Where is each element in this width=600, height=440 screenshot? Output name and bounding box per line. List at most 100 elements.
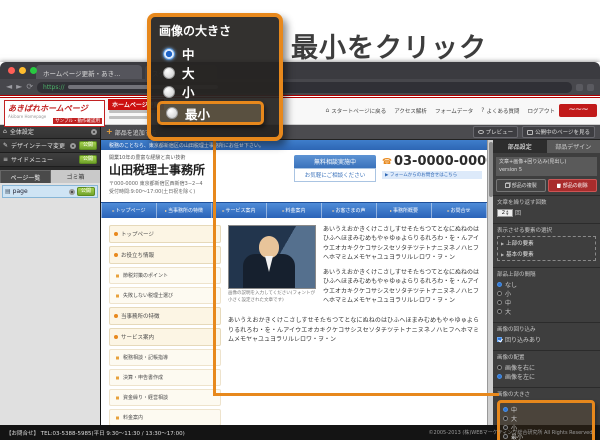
gear-icon[interactable] [70,143,76,149]
forward-icon[interactable]: ► [16,83,22,91]
nav-item-pricing[interactable]: ▸料金案内 [267,203,322,218]
spacing-option-large[interactable]: 大 [497,307,596,316]
nav-item-voices[interactable]: ▸お客さまの声 [322,203,377,218]
menu-item[interactable]: お役立ち情報 [109,246,221,264]
size-option-large[interactable]: 大 [503,414,589,423]
preview-button[interactable]: プレビュー [473,126,519,138]
radio-icon[interactable] [163,86,175,98]
part-version: version 5 [499,167,594,175]
radio-icon[interactable] [503,407,508,412]
scrollbar-thumb[interactable] [489,142,493,197]
stepper-icon[interactable]: ▲▼ [506,210,508,216]
cms-body: ⌂ 全体設定 ✎ デザインテーマ変更 公開 ≡ サイドメニュー 公開 ページ一覧 [0,125,600,425]
back-icon[interactable]: ◄ [6,83,12,91]
publish-button[interactable]: 公開 [79,155,97,164]
sample-badge: サンプル・動作確認用 [53,118,102,124]
tab-part-settings[interactable]: 部品設定 [493,140,547,153]
menu-item[interactable]: トップページ [109,225,221,243]
nav-item-services[interactable]: ▸サービス案内 [212,203,267,218]
radio-icon[interactable] [497,300,502,305]
repeat-count-input[interactable]: 2 ▲▼ [497,209,513,217]
position-label: 画像の配置 [497,353,596,361]
sidebar-item-design-theme[interactable]: ✎ デザインテーマ変更 公開 [0,139,100,153]
position-option-right[interactable]: 画像を右に [497,363,596,372]
menu-item[interactable]: 失敗しない税理士選び [109,287,221,304]
site-hours: 受付時間:9:00〜17:00(土日祝を除く) [109,188,195,195]
preview-nav: ▸トップページ ▸当事務所の特徴 ▸サービス案内 ▸料金案内 ▸お客さまの声 ▸… [101,202,487,218]
callout-option-medium[interactable]: 中 [163,44,271,63]
menu-item[interactable]: 当事務所の特徴 [109,307,221,325]
radio-icon[interactable] [497,374,502,379]
form-link[interactable]: ▶ フォームからのお問合せはこちら [382,171,482,179]
callout-option-large[interactable]: 大 [163,63,271,82]
callout-title: 画像の大きさ [159,22,271,39]
nav-item-features[interactable]: ▸当事務所の特徴 [157,203,212,218]
preview-topbar: 税務のことなら、東京都新宿区の山田税理士事務所にお任せ下さい。 [101,140,487,150]
radio-icon[interactable] [163,48,175,60]
tab-part-design[interactable]: 部品デザイン [547,140,600,153]
element-basic-toggle[interactable]: ▶基本の要素 [501,250,592,258]
spacing-option-none[interactable]: なし [497,280,596,289]
menu-item[interactable]: 料金案内 [109,409,221,425]
site-preview: 税務のことなら、東京都新宿区の山田税理士事務所にお任せ下さい。 開業10年の豊富… [101,140,487,425]
publish-button[interactable]: 公開 [79,141,97,150]
nav-item-about[interactable]: ▸事務所概要 [377,203,432,218]
gear-icon[interactable] [69,189,75,195]
delete-part-button[interactable]: 部品の削除 [548,179,598,192]
menu-access-analytics[interactable]: アクセス解析 [394,107,427,115]
size-option-medium[interactable]: 中 [503,405,589,414]
spacing-section: 部品上部の間隔 なし 小 中 大 [493,267,600,319]
menu-item[interactable]: 節税対策のポイント [109,267,221,284]
menu-start-page[interactable]: ⌂スタートページに戻る [325,107,386,115]
callout-option-minimum[interactable]: 最小 [157,101,264,125]
extension-icon[interactable] [576,84,583,91]
window-controls[interactable] [8,67,37,74]
browser-menu-icon[interactable] [587,84,594,91]
view-published-button[interactable]: 公開中のページを見る [522,126,595,138]
menu-logout[interactable]: ログアウト [527,107,555,115]
callout-option-small[interactable]: 小 [163,82,271,101]
duplicate-part-button[interactable]: 部品の複製 [496,179,546,192]
radio-icon[interactable] [166,107,178,119]
sidebar-item-global-settings[interactable]: ⌂ 全体設定 [0,125,100,139]
radio-icon[interactable] [497,365,502,370]
spacing-option-small[interactable]: 小 [497,289,596,298]
menu-item[interactable]: サービス案内 [109,328,221,346]
menu-faq[interactable]: ?よくある質問 [481,107,519,115]
position-option-left[interactable]: 画像を左に [497,372,596,381]
address-bar[interactable]: https:// [37,82,572,93]
minimize-window-icon[interactable] [19,67,26,74]
tab-page-list[interactable]: ページ一覧 [0,170,51,183]
sidebar-item-side-menu[interactable]: ≡ サイドメニュー 公開 [0,153,100,167]
menu-item[interactable]: 税務相談・記帳指導 [109,349,221,366]
refresh-icon[interactable]: ⟳ [26,83,33,91]
menu-form-data[interactable]: フォームデータ [435,107,473,115]
page-list-item[interactable]: ▤ page 公開 [2,185,98,198]
nav-item-top[interactable]: ▸トップページ [101,203,157,218]
element-top-toggle[interactable]: ▶上部の要素 [501,239,592,247]
menu-item[interactable]: 決算・申告書作成 [109,369,221,386]
radio-icon[interactable] [497,291,502,296]
callout-connector-horizontal [213,393,499,396]
gear-icon[interactable] [91,129,97,135]
cms-sidebar: ⌂ 全体設定 ✎ デザインテーマ変更 公開 ≡ サイドメニュー 公開 ページ一覧 [0,125,101,425]
close-window-icon[interactable] [8,67,15,74]
radio-icon[interactable] [163,67,175,79]
spacing-option-medium[interactable]: 中 [497,298,596,307]
publish-button[interactable]: 公開 [77,187,95,196]
radio-icon[interactable] [497,309,502,314]
phone-number: ☎ 03-0000-0000 [382,154,482,169]
nav-item-contact[interactable]: ▸お問合せ [432,203,487,218]
tab-trash[interactable]: ゴミ箱 [51,170,100,183]
browser-tab-active[interactable]: ホームページ更新・あき... [36,65,142,79]
radio-icon[interactable] [497,282,502,287]
wrap-option[interactable]: 回り込みあり [497,335,596,344]
radio-icon[interactable] [503,416,508,421]
lock-icon: https:// [43,84,65,91]
sidebar-tabs: ページ一覧 ゴミ箱 [0,170,100,183]
zoom-window-icon[interactable] [30,67,37,74]
menu-item[interactable]: 資金繰り・経営相談 [109,389,221,406]
checkbox-icon[interactable] [497,337,502,342]
file-icon: ▤ [5,189,11,195]
photo-head-shape [259,236,279,258]
